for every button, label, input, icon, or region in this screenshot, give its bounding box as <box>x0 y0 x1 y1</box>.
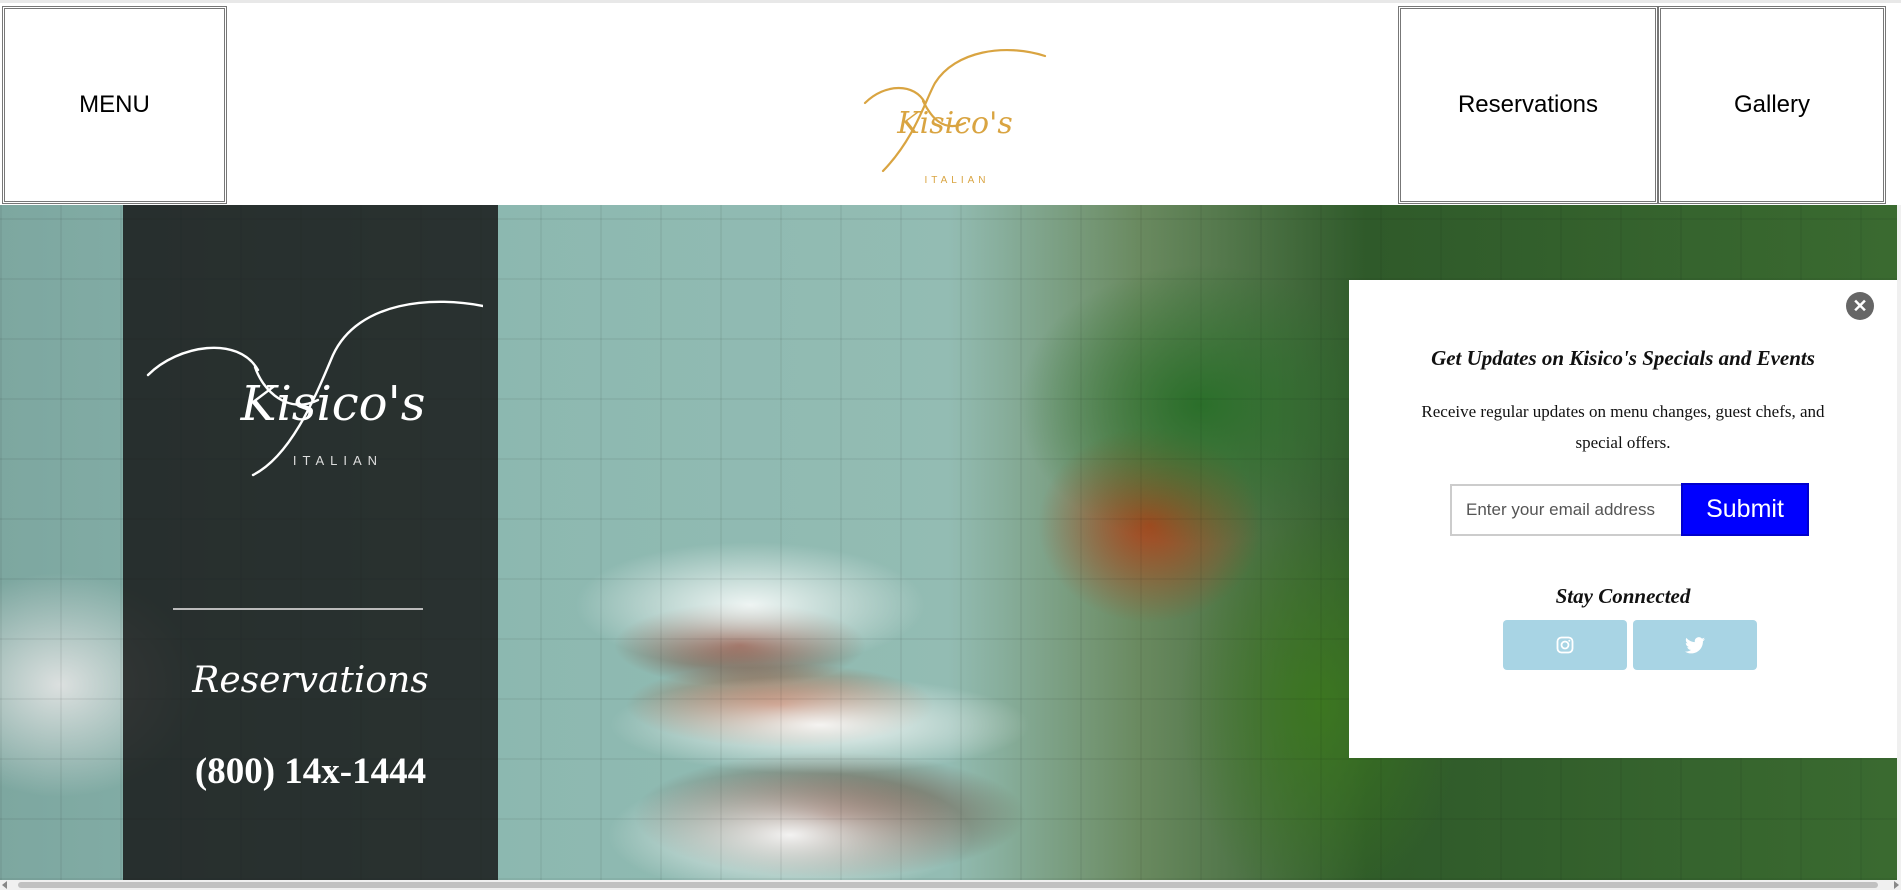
phone-number[interactable]: (800) 14x-1444 <box>123 750 498 793</box>
header-logo-text: Kisico's <box>896 106 1013 141</box>
vertical-scrollbar[interactable] <box>1897 205 1901 880</box>
side-panel: Kisico's ITALIAN Reservations (800) 14x-… <box>123 205 498 880</box>
instagram-icon <box>1556 636 1574 654</box>
scrollbar-thumb[interactable] <box>18 882 1878 888</box>
popup-title: Get Updates on Kisico's Specials and Eve… <box>1431 346 1815 370</box>
side-logo: Kisico's ITALIAN <box>143 295 490 495</box>
scroll-right-icon[interactable] <box>1894 881 1899 889</box>
scroll-left-icon[interactable] <box>2 881 7 889</box>
twitter-icon <box>1685 636 1705 653</box>
twitter-button[interactable] <box>1633 620 1757 670</box>
email-input[interactable] <box>1450 484 1681 536</box>
side-logo-mark: Kisico's ITALIAN <box>146 300 490 477</box>
menu-button[interactable]: MENU <box>2 6 227 204</box>
horizontal-scrollbar[interactable] <box>0 880 1901 890</box>
submit-button[interactable]: Submit <box>1681 483 1809 536</box>
side-reservations-heading[interactable]: Reservations <box>123 660 498 701</box>
side-logo-text: Kisico's <box>240 376 426 432</box>
newsletter-popup: ✕ Get Updates on Kisico's Specials and E… <box>1349 280 1897 758</box>
side-logo-sub: ITALIAN <box>293 453 383 468</box>
close-icon[interactable]: ✕ <box>1846 292 1874 320</box>
stay-connected-heading: Stay Connected <box>1555 584 1691 608</box>
top-navigation: MENU Kisico's ITALIAN Reservations Galle… <box>0 0 1901 205</box>
header-logo-mark: Kisico's ITALIAN <box>863 49 1047 186</box>
header-logo-sub: ITALIAN <box>924 175 989 186</box>
header-logo[interactable]: Kisico's ITALIAN <box>845 43 1075 203</box>
reservations-nav-button[interactable]: Reservations <box>1398 6 1658 204</box>
instagram-button[interactable] <box>1503 620 1627 670</box>
gallery-nav-button[interactable]: Gallery <box>1658 6 1886 204</box>
side-divider <box>173 608 423 610</box>
popup-description: Receive regular updates on menu changes,… <box>1421 402 1825 452</box>
